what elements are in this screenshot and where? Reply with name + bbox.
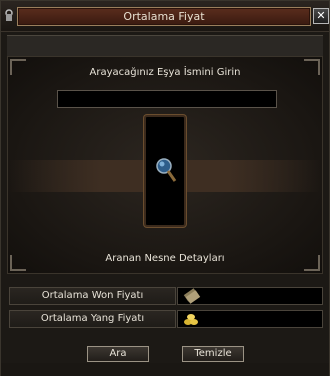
- gold-coins-icon: [184, 314, 198, 325]
- won-price-value: [177, 287, 323, 305]
- search-panel: Arayacağınız Eşya İsmini Girin Aranan Ne…: [7, 56, 323, 274]
- yang-price-value: [177, 310, 323, 328]
- search-prompt: Arayacağınız Eşya İsmini Girin: [89, 67, 241, 78]
- top-strip: [7, 35, 323, 56]
- close-button[interactable]: ✕: [313, 8, 329, 24]
- magnifier-icon: [156, 158, 177, 182]
- average-price-window: Ortalama Fiyat ✕ Arayacağınız Eşya İsmin…: [0, 0, 330, 376]
- won-note-icon: [183, 288, 201, 304]
- window-title: Ortalama Fiyat: [123, 10, 205, 23]
- item-slot[interactable]: [144, 115, 186, 227]
- title-box: Ortalama Fiyat: [17, 7, 311, 26]
- details-label: Aranan Nesne Detayları: [105, 253, 225, 264]
- item-name-input[interactable]: [57, 90, 277, 108]
- lock-icon: [4, 9, 14, 22]
- yang-price-row: Ortalama Yang Fiyatı: [7, 309, 323, 329]
- bottom-bar: [1, 363, 329, 376]
- clear-button[interactable]: Temizle: [182, 346, 244, 362]
- won-price-label: Ortalama Won Fiyatı: [9, 287, 176, 305]
- won-price-row: Ortalama Won Fiyatı: [7, 286, 323, 306]
- title-bar[interactable]: Ortalama Fiyat ✕: [1, 1, 329, 32]
- yang-price-label: Ortalama Yang Fiyatı: [9, 310, 176, 328]
- search-button[interactable]: Ara: [87, 346, 149, 362]
